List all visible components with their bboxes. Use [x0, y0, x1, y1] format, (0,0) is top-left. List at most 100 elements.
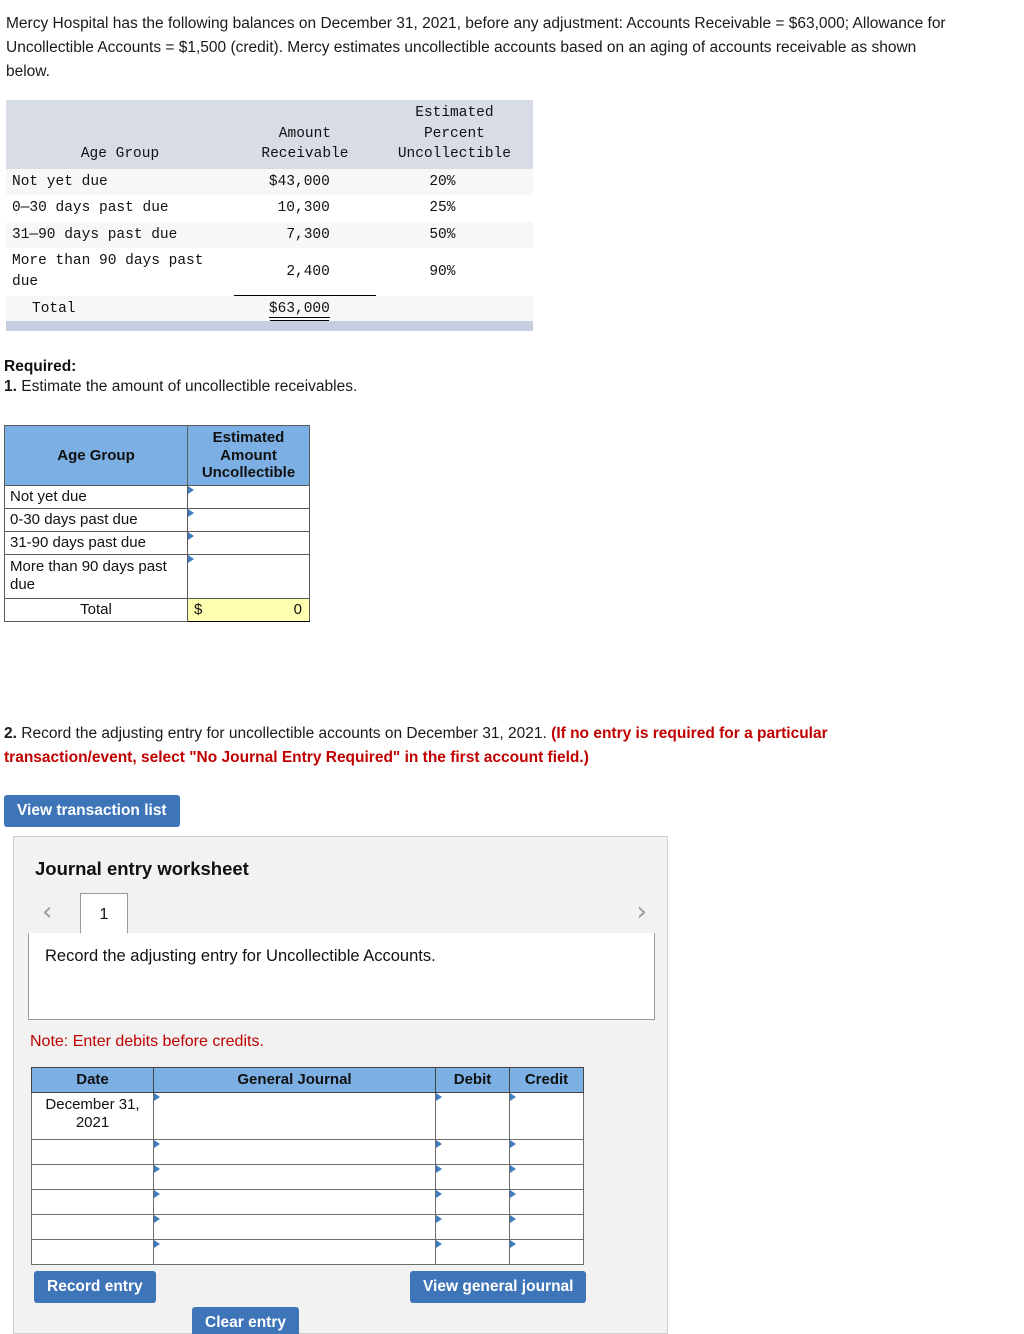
answer-input-cell[interactable]	[187, 531, 310, 556]
table-row: 31—90 days past due 7,300 50%	[6, 221, 533, 249]
currency-symbol: $	[194, 601, 203, 619]
table-row: 0—30 days past due 10,300 25%	[6, 195, 533, 222]
aging-percent: 20%	[375, 168, 533, 196]
record-entry-button[interactable]: Record entry	[34, 1271, 156, 1303]
table-row: More than 90 days past due 2,400 90%	[6, 248, 533, 296]
aging-header-age-group: Age Group	[6, 100, 234, 169]
journal-date-cell[interactable]	[31, 1189, 154, 1215]
requirement-1-text: Estimate the amount of uncollectible rec…	[21, 378, 358, 395]
chevron-left-icon[interactable]: ‹	[42, 899, 52, 925]
answer-header-estimated-amount-uncollectible: Estimated Amount Uncollectible	[187, 424, 310, 487]
answer-total-value: 0	[293, 601, 302, 619]
table-row	[31, 1139, 584, 1165]
worksheet-title: Journal entry worksheet	[35, 858, 249, 879]
problem-statement: Mercy Hospital has the following balance…	[6, 15, 946, 81]
chevron-right-icon[interactable]: ›	[637, 899, 647, 925]
answer-total-label: Total	[4, 598, 188, 623]
journal-debit-cell[interactable]	[435, 1214, 510, 1240]
aging-percent: 50%	[375, 221, 533, 249]
aging-total-row: Total $63,000	[6, 295, 533, 323]
table-row	[31, 1214, 584, 1240]
journal-date-cell[interactable]	[31, 1214, 154, 1240]
aging-amount: 2,400	[234, 248, 376, 296]
journal-header-general-journal: General Journal	[153, 1067, 436, 1093]
aging-percent: 25%	[375, 195, 533, 222]
journal-account-cell[interactable]	[153, 1092, 436, 1140]
aging-table-footer-bar	[6, 321, 533, 331]
journal-credit-cell[interactable]	[509, 1239, 584, 1265]
journal-debit-cell[interactable]	[435, 1239, 510, 1265]
worksheet-tab-bar: ‹ 1 ›	[28, 893, 655, 934]
journal-debit-cell[interactable]	[435, 1189, 510, 1215]
answer-table-header-row: Age Group Estimated Amount Uncollectible	[4, 424, 310, 487]
answer-age-group: 31-90 days past due	[4, 531, 188, 556]
requirement-2: 2. Record the adjusting entry for uncoll…	[4, 722, 954, 769]
answer-total-value-cell: $ 0	[187, 598, 310, 623]
journal-entry-worksheet-panel: Journal entry worksheet ‹ 1 › Record the…	[13, 836, 668, 1334]
required-label: Required:	[4, 358, 77, 375]
journal-credit-cell[interactable]	[509, 1139, 584, 1165]
journal-credit-cell[interactable]	[509, 1092, 584, 1140]
answer-header-age-group: Age Group	[4, 424, 188, 487]
requirement-1: 1. Estimate the amount of uncollectible …	[4, 378, 357, 396]
journal-debit-cell[interactable]	[435, 1092, 510, 1140]
journal-header-date: Date	[31, 1067, 154, 1093]
worksheet-description-box: Record the adjusting entry for Uncollect…	[28, 933, 655, 1020]
journal-credit-cell[interactable]	[509, 1164, 584, 1190]
aging-header-estimated-percent: Estimated Percent Uncollectible	[375, 100, 533, 169]
table-row	[31, 1239, 584, 1265]
view-transaction-list-button[interactable]: View transaction list	[4, 795, 180, 827]
aging-age-group: 0—30 days past due	[6, 195, 234, 222]
journal-header-debit: Debit	[435, 1067, 510, 1093]
table-row: More than 90 days past due	[4, 554, 310, 600]
aging-amount: $43,000	[234, 168, 376, 196]
debits-before-credits-note: Note: Enter debits before credits.	[30, 1033, 264, 1050]
aging-age-group: 31—90 days past due	[6, 221, 234, 249]
table-row: Not yet due $43,000 20%	[6, 168, 533, 196]
journal-table-header-row: Date General Journal Debit Credit	[31, 1067, 584, 1093]
aging-age-group: Not yet due	[6, 168, 234, 196]
journal-date-cell[interactable]	[31, 1164, 154, 1190]
aging-age-group: More than 90 days past due	[6, 248, 234, 296]
journal-account-cell[interactable]	[153, 1214, 436, 1240]
table-row: 0-30 days past due	[4, 508, 310, 533]
journal-credit-cell[interactable]	[509, 1214, 584, 1240]
journal-header-credit: Credit	[509, 1067, 584, 1093]
journal-date-cell[interactable]	[31, 1139, 154, 1165]
journal-entry-table: Date General Journal Debit Credit Decemb…	[31, 1067, 584, 1265]
aging-total-label: Total	[6, 295, 234, 323]
table-row: Not yet due	[4, 485, 310, 510]
answer-age-group: 0-30 days past due	[4, 508, 188, 533]
requirement-2-text: Record the adjusting entry for uncollect…	[21, 725, 547, 742]
requirement-1-number: 1.	[4, 378, 17, 395]
estimated-uncollectible-table: Age Group Estimated Amount Uncollectible…	[4, 424, 310, 623]
worksheet-tab-1[interactable]: 1	[80, 893, 128, 934]
answer-input-cell[interactable]	[187, 485, 310, 510]
aging-total-percent-blank	[375, 295, 533, 323]
journal-date-cell[interactable]: December 31, 2021	[31, 1092, 154, 1140]
answer-input-cell[interactable]	[187, 554, 310, 600]
journal-account-cell[interactable]	[153, 1239, 436, 1265]
answer-input-cell[interactable]	[187, 508, 310, 533]
aging-header-amount-receivable: Amount Receivable	[234, 100, 376, 169]
journal-debit-cell[interactable]	[435, 1164, 510, 1190]
clear-entry-button[interactable]: Clear entry	[192, 1307, 299, 1334]
journal-account-cell[interactable]	[153, 1139, 436, 1165]
aging-amount: 7,300	[234, 221, 376, 249]
journal-debit-cell[interactable]	[435, 1139, 510, 1165]
aging-table-header-row: Age Group Amount Receivable Estimated Pe…	[6, 100, 533, 169]
requirement-2-number: 2.	[4, 725, 17, 742]
journal-credit-cell[interactable]	[509, 1189, 584, 1215]
journal-account-cell[interactable]	[153, 1189, 436, 1215]
view-general-journal-button[interactable]: View general journal	[410, 1271, 587, 1303]
journal-date-cell[interactable]	[31, 1239, 154, 1265]
worksheet-description-text: Record the adjusting entry for Uncollect…	[45, 947, 436, 965]
table-row: December 31, 2021	[31, 1092, 584, 1140]
aging-percent: 90%	[375, 248, 533, 296]
table-row: 31-90 days past due	[4, 531, 310, 556]
table-row	[31, 1164, 584, 1190]
page-root: Mercy Hospital has the following balance…	[0, 0, 1024, 1334]
aging-receivable-table: Age Group Amount Receivable Estimated Pe…	[6, 100, 533, 323]
journal-account-cell[interactable]	[153, 1164, 436, 1190]
answer-total-row: Total $ 0	[4, 598, 310, 623]
